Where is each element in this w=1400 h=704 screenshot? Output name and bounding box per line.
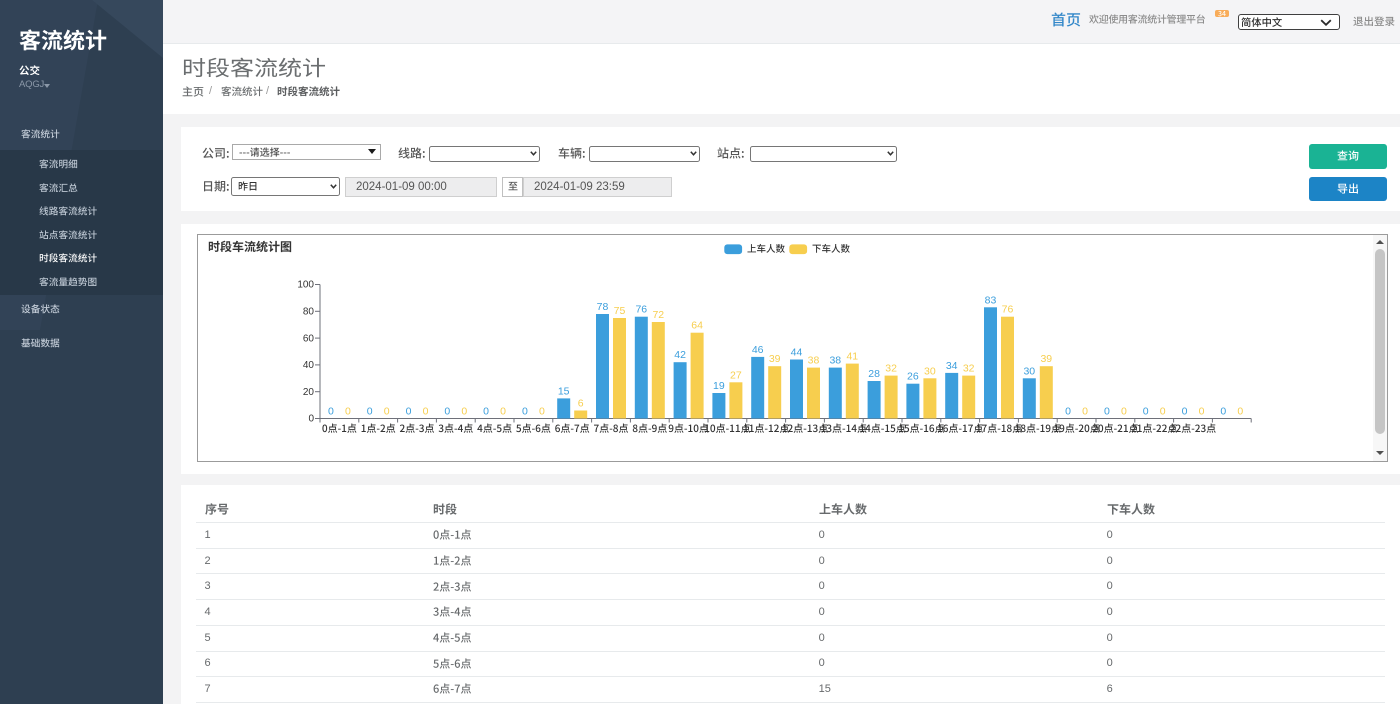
- svg-text:0: 0: [483, 405, 489, 417]
- svg-text:0: 0: [1199, 405, 1205, 417]
- svg-text:15: 15: [558, 385, 570, 397]
- svg-text:0: 0: [406, 405, 412, 417]
- svg-text:76: 76: [635, 303, 647, 315]
- svg-text:83: 83: [985, 294, 997, 306]
- svg-text:0: 0: [423, 405, 429, 417]
- svg-text:0: 0: [522, 405, 528, 417]
- svg-text:0: 0: [1182, 405, 1188, 417]
- svg-text:34: 34: [946, 359, 958, 371]
- svg-text:0: 0: [345, 405, 351, 417]
- svg-text:0: 0: [1082, 405, 1088, 417]
- svg-text:0: 0: [1237, 405, 1243, 417]
- svg-text:20: 20: [303, 386, 315, 397]
- svg-text:80: 80: [303, 306, 315, 317]
- svg-text:0: 0: [367, 405, 373, 417]
- svg-text:0: 0: [1065, 405, 1071, 417]
- svg-text:0: 0: [1143, 405, 1149, 417]
- svg-text:0: 0: [384, 405, 390, 417]
- svg-text:41: 41: [846, 350, 858, 362]
- svg-text:0: 0: [539, 405, 545, 417]
- svg-text:19: 19: [713, 380, 725, 392]
- svg-text:0: 0: [461, 405, 467, 417]
- svg-text:0: 0: [1121, 405, 1127, 417]
- svg-text:6: 6: [578, 397, 584, 409]
- svg-text:0: 0: [1160, 405, 1166, 417]
- svg-text:0: 0: [1104, 405, 1110, 417]
- svg-text:32: 32: [885, 362, 897, 374]
- svg-text:76: 76: [1002, 303, 1014, 315]
- svg-text:27: 27: [730, 369, 742, 381]
- svg-text:26: 26: [907, 370, 919, 382]
- svg-text:42: 42: [674, 349, 686, 361]
- svg-text:0: 0: [328, 405, 334, 417]
- svg-text:38: 38: [808, 354, 820, 366]
- svg-text:0: 0: [1220, 405, 1226, 417]
- svg-text:39: 39: [1040, 353, 1052, 365]
- svg-text:64: 64: [691, 319, 703, 331]
- svg-text:30: 30: [1023, 365, 1035, 377]
- svg-text:32: 32: [963, 362, 975, 374]
- svg-text:60: 60: [303, 333, 315, 344]
- svg-text:40: 40: [303, 360, 315, 371]
- svg-text:39: 39: [769, 353, 781, 365]
- svg-text:0: 0: [308, 413, 314, 424]
- svg-text:100: 100: [297, 279, 314, 290]
- svg-text:44: 44: [791, 346, 803, 358]
- svg-text:30: 30: [924, 365, 936, 377]
- svg-text:46: 46: [752, 343, 764, 355]
- svg-text:78: 78: [597, 301, 609, 313]
- svg-text:28: 28: [868, 368, 880, 380]
- svg-text:72: 72: [652, 309, 664, 321]
- svg-text:38: 38: [829, 354, 841, 366]
- svg-text:0: 0: [444, 405, 450, 417]
- svg-text:0: 0: [500, 405, 506, 417]
- svg-text:75: 75: [614, 305, 626, 317]
